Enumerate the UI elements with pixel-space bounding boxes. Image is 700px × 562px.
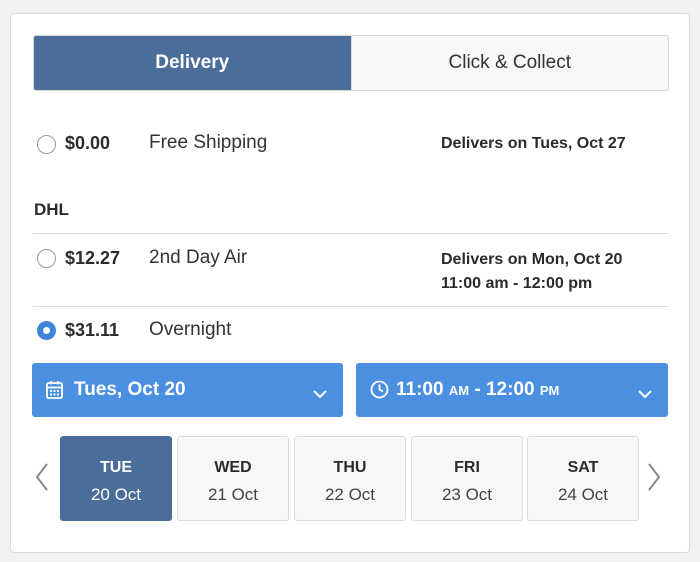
day-name: FRI <box>454 459 480 476</box>
radio-free-shipping[interactable] <box>37 135 56 154</box>
fulfillment-tabs: Delivery Click & Collect <box>33 35 669 91</box>
carrier-heading: DHL <box>34 200 69 219</box>
time-end: 12:00 <box>485 379 535 400</box>
option-price: $0.00 <box>65 133 111 153</box>
day-wed[interactable]: WED 21 Oct <box>177 436 289 521</box>
option-price: $31.11 <box>65 320 120 340</box>
time-select-value: 11:00 AM - 12:00 PM <box>396 379 559 401</box>
day-date: 24 Oct <box>557 485 609 504</box>
shipping-card: Delivery Click & Collect $0.00 Free Ship… <box>10 13 690 553</box>
time-select[interactable]: 11:00 AM - 12:00 PM <box>356 363 668 417</box>
day-sat[interactable]: SAT 24 Oct <box>527 436 639 521</box>
option-method: 2nd Day Air <box>149 247 248 268</box>
time-separator: - <box>469 379 486 400</box>
tab-click-collect[interactable]: Click & Collect <box>350 36 668 90</box>
chevron-left-icon[interactable] <box>35 462 49 497</box>
option-method: Free Shipping <box>149 132 268 153</box>
clock-icon <box>370 380 389 405</box>
day-name: TUE <box>100 459 132 476</box>
day-date: 20 Oct <box>90 485 142 504</box>
day-fri[interactable]: FRI 23 Oct <box>411 436 523 521</box>
date-select[interactable]: Tues, Oct 20 <box>32 363 343 417</box>
chevron-down-icon <box>313 383 327 405</box>
delivery-window: 11:00 am - 12:00 pm <box>441 275 593 292</box>
option-price: $12.27 <box>65 248 121 268</box>
shipping-option-free[interactable]: $0.00 Free Shipping Delivers on Tues, Oc… <box>33 122 669 162</box>
delivery-date: Delivers on Tues, Oct 27 <box>441 135 626 152</box>
calendar-icon <box>46 380 63 405</box>
date-select-value: Tues, Oct 20 <box>74 379 186 400</box>
chevron-down-icon <box>638 383 652 405</box>
divider <box>33 306 669 307</box>
day-name: WED <box>214 459 252 476</box>
divider <box>33 233 669 234</box>
time-end-ampm: PM <box>539 383 560 398</box>
shipping-option-2nd-day-air[interactable]: $12.27 2nd Day Air Delivers on Mon, Oct … <box>33 239 669 299</box>
option-delivery-info: Delivers on Mon, Oct 20 11:00 am - 12:00… <box>441 248 647 296</box>
tab-delivery[interactable]: Delivery <box>34 36 351 90</box>
day-date: 23 Oct <box>441 485 493 504</box>
radio-overnight[interactable] <box>37 321 56 340</box>
radio-2nd-day-air[interactable] <box>37 249 56 268</box>
option-delivery-info: Delivers on Tues, Oct 27 <box>441 132 647 156</box>
day-name: SAT <box>567 459 599 476</box>
time-start: 11:00 <box>396 379 444 400</box>
day-thu[interactable]: THU 22 Oct <box>294 436 406 521</box>
delivery-date: Delivers on Mon, Oct 20 <box>441 251 623 268</box>
day-date: 21 Oct <box>207 485 259 504</box>
shipping-option-overnight[interactable]: $31.11 Overnight <box>33 312 669 352</box>
option-method: Overnight <box>149 319 232 340</box>
day-tue[interactable]: TUE 20 Oct <box>60 436 172 521</box>
day-name: THU <box>333 459 367 476</box>
chevron-right-icon[interactable] <box>647 462 661 497</box>
time-start-ampm: AM <box>448 383 470 398</box>
day-date: 22 Oct <box>324 485 376 504</box>
